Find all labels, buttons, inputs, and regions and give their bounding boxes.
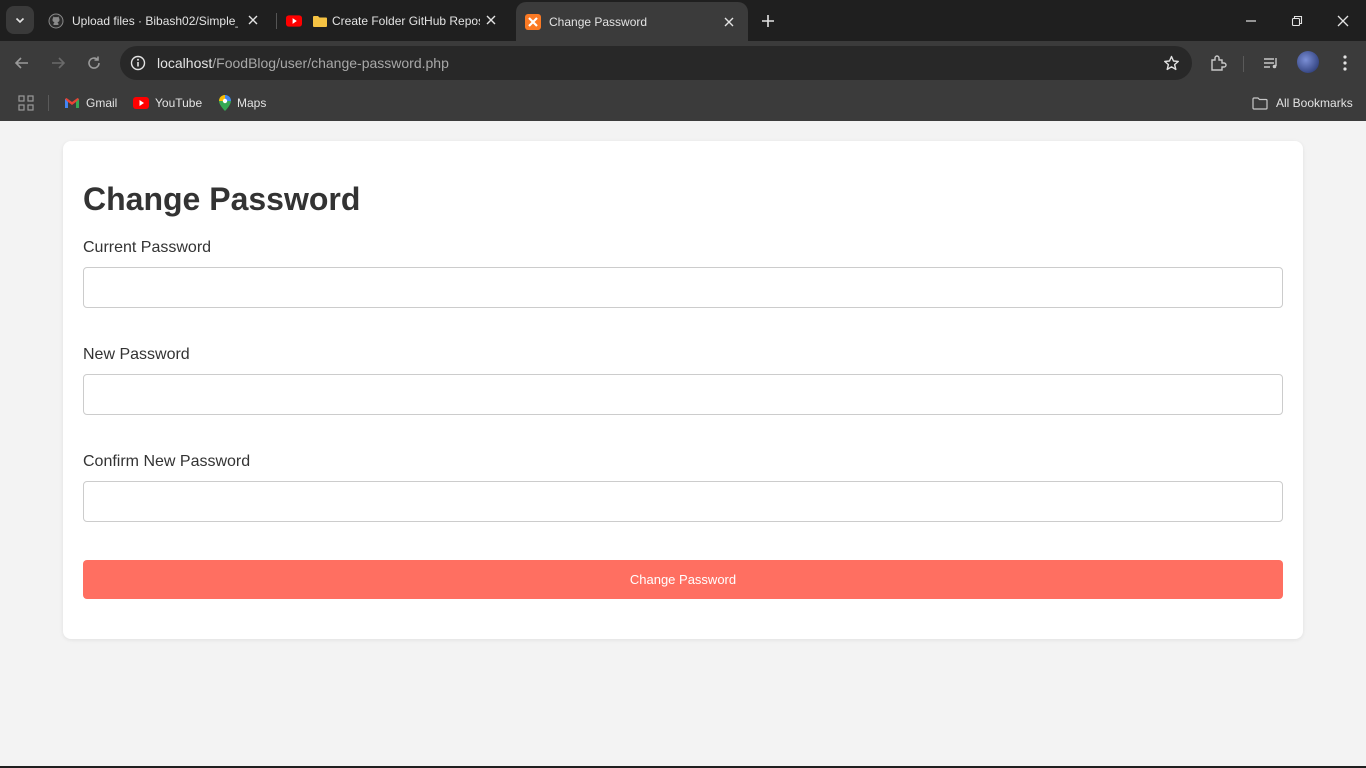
chevron-down-icon [15, 17, 25, 24]
profile-avatar[interactable] [1297, 51, 1319, 73]
bookmark-gmail[interactable]: Gmail [64, 93, 117, 113]
bookmark-label: YouTube [155, 96, 203, 110]
browser-tab-strip: Upload files · Bibash02/Simple_Login Cre… [0, 0, 1366, 41]
back-button[interactable] [10, 51, 34, 75]
page-title: Change Password [83, 181, 361, 217]
browser-toolbar: localhost/FoodBlog/user/change-password.… [0, 41, 1366, 85]
tab-change-password[interactable]: Change Password [516, 2, 748, 41]
all-bookmarks-label: All Bookmarks [1276, 96, 1353, 110]
url-text[interactable]: localhost/FoodBlog/user/change-password.… [157, 55, 449, 71]
minimize-button[interactable] [1228, 0, 1274, 41]
confirm-password-label: Confirm New Password [83, 453, 251, 470]
change-password-card: Change Password Current Password New Pas… [63, 141, 1303, 639]
media-controls-icon[interactable] [1260, 52, 1282, 74]
new-password-label: New Password [83, 346, 190, 363]
extensions-icon[interactable] [1207, 52, 1229, 74]
reload-button[interactable] [82, 51, 106, 75]
minimize-icon [1246, 19, 1256, 22]
confirm-password-input[interactable] [83, 481, 1283, 522]
folder-icon [1252, 96, 1268, 110]
bookmark-youtube[interactable]: YouTube [133, 93, 202, 113]
menu-icon[interactable] [1334, 52, 1356, 74]
maps-icon [219, 95, 231, 111]
youtube-icon [286, 13, 302, 29]
url-host: localhost [157, 55, 213, 71]
current-password-input[interactable] [83, 267, 1283, 308]
tab-search-button[interactable] [6, 6, 34, 34]
close-icon [1337, 15, 1349, 26]
bookmark-star-icon[interactable] [1162, 54, 1180, 72]
tab-create-folder[interactable]: Create Folder GitHub Repository [282, 0, 510, 41]
tab-title: Create Folder GitHub Repository [332, 13, 480, 28]
bookmarks-separator [48, 95, 49, 111]
url-path: /FoodBlog/user/change-password.php [212, 55, 449, 71]
close-tab-icon[interactable] [722, 15, 736, 29]
close-tab-icon[interactable] [246, 13, 260, 27]
new-tab-button[interactable] [757, 10, 779, 32]
site-info-icon[interactable] [128, 53, 148, 73]
arrow-right-icon [52, 57, 66, 69]
restore-icon [1291, 15, 1303, 26]
tab-upload-files[interactable]: Upload files · Bibash02/Simple_Login [44, 0, 272, 41]
all-bookmarks-button[interactable]: All Bookmarks [1252, 93, 1353, 113]
bookmark-label: Gmail [86, 96, 118, 110]
restore-button[interactable] [1274, 0, 1320, 41]
bookmark-label: Maps [237, 96, 267, 110]
forward-button[interactable] [46, 51, 70, 75]
current-password-label: Current Password [83, 239, 212, 256]
github-icon [48, 13, 64, 29]
tab-title: Upload files · Bibash02/Simple_Login [72, 13, 238, 28]
folder-icon [312, 13, 328, 29]
close-tab-icon[interactable] [484, 13, 498, 27]
close-window-button[interactable] [1320, 0, 1366, 41]
address-bar[interactable]: localhost/FoodBlog/user/change-password.… [120, 46, 1192, 80]
youtube-icon [133, 97, 149, 109]
tab-separator [276, 13, 277, 29]
plus-icon [762, 15, 774, 27]
xampp-icon [525, 13, 541, 30]
bookmarks-bar: Gmail YouTube Maps All Bookmarks [0, 85, 1366, 121]
apps-icon[interactable] [18, 93, 34, 113]
reload-icon [88, 56, 100, 69]
bookmark-maps[interactable]: Maps [219, 93, 266, 113]
arrow-left-icon [14, 57, 28, 69]
change-password-button[interactable]: Change Password [83, 560, 1283, 599]
new-password-input[interactable] [83, 374, 1283, 415]
toolbar-separator [1243, 56, 1244, 72]
gmail-icon [65, 98, 79, 108]
tab-title: Change Password [549, 14, 648, 29]
